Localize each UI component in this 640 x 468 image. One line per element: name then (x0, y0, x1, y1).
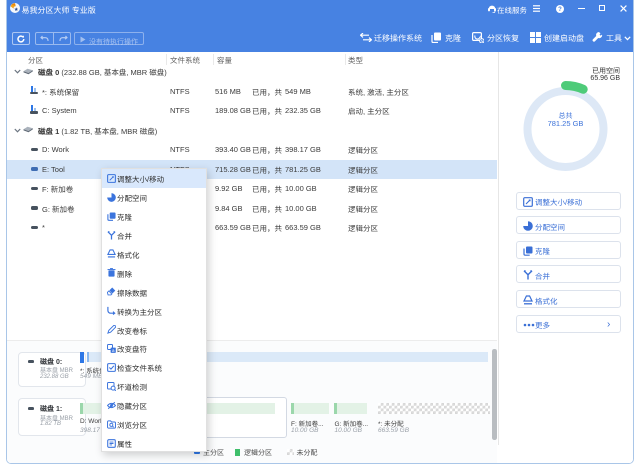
svg-text:?: ? (558, 7, 562, 13)
